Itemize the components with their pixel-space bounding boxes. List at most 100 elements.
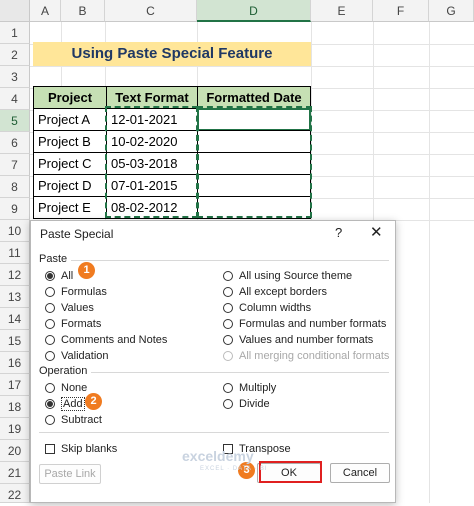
col-header-d[interactable]: D: [197, 0, 311, 22]
cell-project[interactable]: Project E: [33, 196, 107, 219]
option-label: Formats: [61, 318, 102, 330]
row-header-7[interactable]: 7: [0, 154, 30, 176]
radio-icon[interactable]: [223, 287, 233, 297]
dialog-title: Paste Special: [40, 227, 114, 241]
skip-blanks-checkbox[interactable]: Skip blanks: [45, 442, 117, 456]
operation-add[interactable]: Add: [45, 397, 85, 411]
paste-option-values[interactable]: Values: [45, 301, 94, 315]
option-label: Add: [61, 397, 85, 411]
row-header-9[interactable]: 9: [0, 198, 30, 220]
option-label: Values: [61, 302, 94, 314]
operation-divide[interactable]: Divide: [223, 397, 270, 411]
radio-icon[interactable]: [45, 415, 55, 425]
paste-option-formulas[interactable]: Formulas: [45, 285, 107, 299]
radio-icon[interactable]: [223, 319, 233, 329]
paste-option-values-number[interactable]: Values and number formats: [223, 333, 373, 347]
row-header-15[interactable]: 15: [0, 330, 30, 352]
divider: [91, 372, 389, 373]
row-header-14[interactable]: 14: [0, 308, 30, 330]
radio-icon[interactable]: [45, 319, 55, 329]
col-header-g[interactable]: G: [429, 0, 474, 22]
radio-icon[interactable]: [45, 303, 55, 313]
option-label: Multiply: [239, 382, 277, 394]
step-badge-2: 2: [85, 393, 102, 410]
option-label: Skip blanks: [61, 443, 118, 455]
operation-none[interactable]: None: [45, 381, 87, 395]
col-header-b[interactable]: B: [61, 0, 105, 22]
radio-icon[interactable]: [45, 271, 55, 281]
row-header-12[interactable]: 12: [0, 264, 30, 286]
header-project[interactable]: Project: [33, 86, 107, 109]
row-header-11[interactable]: 11: [0, 242, 30, 264]
select-all-corner[interactable]: [0, 0, 30, 22]
cell-project[interactable]: Project C: [33, 152, 107, 175]
paste-option-formats[interactable]: Formats: [45, 317, 101, 331]
col-header-f[interactable]: F: [373, 0, 429, 22]
cell-project[interactable]: Project B: [33, 130, 107, 153]
paste-option-merging-conditional: All merging conditional formats: [223, 349, 389, 363]
cell-project[interactable]: Project D: [33, 174, 107, 197]
paste-option-validation[interactable]: Validation: [45, 349, 109, 363]
col-header-a[interactable]: A: [30, 0, 61, 22]
row-header-8[interactable]: 8: [0, 176, 30, 198]
col-header-e[interactable]: E: [311, 0, 373, 22]
radio-icon: [223, 351, 233, 361]
operation-multiply[interactable]: Multiply: [223, 381, 276, 395]
row-header-6[interactable]: 6: [0, 132, 30, 154]
row-header-16[interactable]: 16: [0, 352, 30, 374]
option-label: Formulas: [61, 286, 107, 298]
cancel-button[interactable]: Cancel: [330, 463, 390, 483]
row-header-3[interactable]: 3: [0, 66, 30, 88]
row-header-20[interactable]: 20: [0, 440, 30, 462]
radio-icon[interactable]: [223, 335, 233, 345]
row-header-21[interactable]: 21: [0, 462, 30, 484]
help-icon[interactable]: ?: [335, 225, 342, 240]
radio-icon[interactable]: [45, 399, 55, 409]
paste-option-formulas-number[interactable]: Formulas and number formats: [223, 317, 386, 331]
radio-icon[interactable]: [223, 303, 233, 313]
row-header-17[interactable]: 17: [0, 374, 30, 396]
operation-subtract[interactable]: Subtract: [45, 413, 102, 427]
radio-icon[interactable]: [223, 399, 233, 409]
radio-icon[interactable]: [223, 271, 233, 281]
row-header-10[interactable]: 10: [0, 220, 30, 242]
option-label: None: [61, 382, 88, 394]
paste-link-button[interactable]: Paste Link: [39, 464, 101, 484]
option-label: Formulas and number formats: [239, 318, 387, 330]
watermark-tagline: EXCEL · DATA · BI: [200, 466, 268, 472]
radio-icon[interactable]: [45, 351, 55, 361]
paste-option-comments[interactable]: Comments and Notes: [45, 333, 167, 347]
radio-icon[interactable]: [223, 383, 233, 393]
divider: [39, 432, 389, 433]
row-header-4[interactable]: 4: [0, 88, 30, 110]
option-label: All merging conditional formats: [239, 350, 390, 362]
row-header-22[interactable]: 22: [0, 484, 30, 503]
close-icon[interactable]: ✕: [370, 223, 383, 241]
watermark-logo: exceldemy: [182, 448, 254, 464]
row-header-5[interactable]: 5: [0, 110, 30, 132]
option-label: Column widths: [239, 302, 312, 314]
row-header-2[interactable]: 2: [0, 44, 30, 66]
col-header-c[interactable]: C: [105, 0, 197, 22]
sheet-title[interactable]: Using Paste Special Feature: [33, 42, 311, 66]
radio-icon[interactable]: [45, 383, 55, 393]
paste-option-except-borders[interactable]: All except borders: [223, 285, 327, 299]
operation-group-label: Operation: [39, 365, 88, 377]
row-header-19[interactable]: 19: [0, 418, 30, 440]
cell-project[interactable]: Project A: [33, 108, 107, 131]
paste-option-all[interactable]: All: [45, 269, 73, 283]
radio-icon[interactable]: [45, 335, 55, 345]
divider: [71, 260, 389, 261]
paste-option-column-widths[interactable]: Column widths: [223, 301, 311, 315]
option-label: Subtract: [61, 414, 102, 426]
paste-option-source-theme[interactable]: All using Source theme: [223, 269, 352, 283]
option-label: All: [61, 270, 74, 282]
step-badge-1: 1: [78, 262, 95, 279]
copy-marquee: [197, 106, 312, 218]
radio-icon[interactable]: [45, 287, 55, 297]
row-header-1[interactable]: 1: [0, 22, 30, 44]
option-label: All using Source theme: [239, 270, 353, 282]
row-header-18[interactable]: 18: [0, 396, 30, 418]
checkbox-icon[interactable]: [45, 444, 55, 454]
row-header-13[interactable]: 13: [0, 286, 30, 308]
